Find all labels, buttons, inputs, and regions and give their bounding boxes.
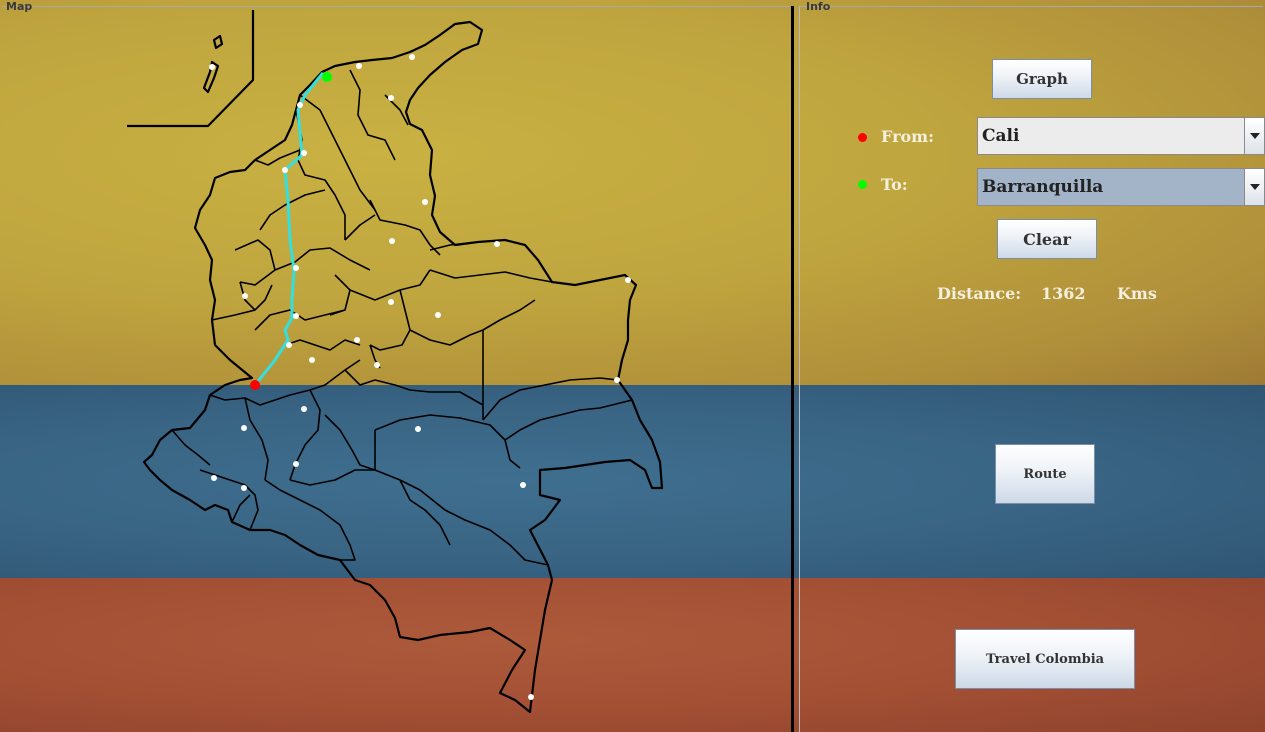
city-node xyxy=(409,54,415,60)
island-shape xyxy=(202,34,224,94)
city-node xyxy=(301,150,307,156)
info-panel: Info Graph From: Cali To: Barranquilla C… xyxy=(800,0,1265,732)
from-select-value: Cali xyxy=(982,126,1020,146)
city-node xyxy=(293,461,299,467)
city-node xyxy=(293,265,299,271)
destination-marker xyxy=(322,72,332,82)
origin-marker xyxy=(250,380,260,390)
city-node xyxy=(389,238,395,244)
chevron-down-icon[interactable] xyxy=(1244,169,1264,205)
chevron-down-icon[interactable] xyxy=(1244,118,1264,154)
city-node xyxy=(388,299,394,305)
clear-button[interactable]: Clear xyxy=(997,219,1097,259)
distance-value: 1362 xyxy=(1041,284,1086,303)
travel-colombia-button[interactable]: Travel Colombia xyxy=(955,629,1135,689)
city-node xyxy=(309,357,315,363)
distance-unit: Kms xyxy=(1117,284,1157,303)
to-label: To: xyxy=(881,175,908,194)
city-node xyxy=(242,293,248,299)
city-node xyxy=(241,425,247,431)
city-nodes xyxy=(209,54,631,700)
graph-button[interactable]: Graph xyxy=(992,59,1092,99)
colombia-map[interactable] xyxy=(0,0,792,732)
panel-divider xyxy=(791,6,794,732)
city-node xyxy=(625,277,631,283)
city-node xyxy=(209,64,215,70)
to-select-value: Barranquilla xyxy=(982,177,1104,197)
city-node xyxy=(282,167,288,173)
city-node xyxy=(354,337,360,343)
from-select[interactable]: Cali xyxy=(977,117,1265,155)
city-node xyxy=(415,426,421,432)
island-frame xyxy=(127,10,255,128)
route-button[interactable]: Route xyxy=(995,444,1095,504)
city-node xyxy=(211,475,217,481)
country-outline xyxy=(142,20,664,714)
from-label: From: xyxy=(881,127,935,146)
to-marker-icon xyxy=(858,180,867,189)
city-node xyxy=(435,312,441,318)
info-panel-border xyxy=(800,6,1263,7)
info-panel-title: Info xyxy=(806,0,831,13)
route-path xyxy=(253,72,328,386)
city-node xyxy=(297,102,303,108)
city-node xyxy=(388,95,394,101)
map-panel: Map xyxy=(0,0,794,732)
city-node xyxy=(374,362,380,368)
city-node xyxy=(614,377,620,383)
city-node xyxy=(293,313,299,319)
city-node xyxy=(286,342,292,348)
to-select[interactable]: Barranquilla xyxy=(977,168,1265,206)
from-marker-icon xyxy=(858,133,867,142)
city-node xyxy=(356,63,362,69)
city-node xyxy=(520,482,526,488)
city-node xyxy=(241,485,247,491)
city-node xyxy=(301,406,307,412)
city-node xyxy=(494,241,500,247)
city-node xyxy=(422,199,428,205)
city-node xyxy=(528,694,534,700)
distance-label: Distance: xyxy=(937,284,1022,303)
